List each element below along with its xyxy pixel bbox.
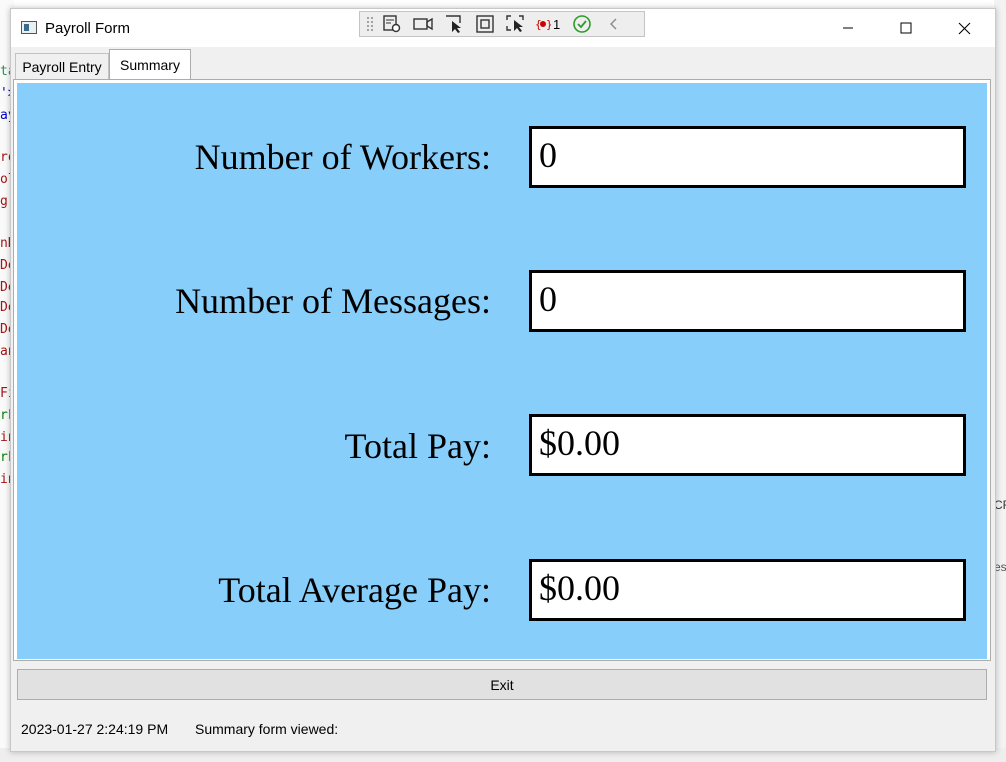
collapse-toolbar-chevron-icon[interactable] (601, 13, 625, 35)
track-focused-element-icon[interactable] (504, 13, 528, 35)
total-pay-value-box[interactable]: $0.00 (529, 414, 966, 476)
tab-payroll-entry[interactable]: Payroll Entry (15, 53, 109, 79)
messages-label: Number of Messages: (175, 281, 491, 321)
live-visual-tree-icon[interactable] (380, 13, 404, 35)
maximize-button[interactable] (877, 9, 935, 47)
status-timestamp: 2023-01-27 2:24:19 PM (21, 721, 169, 737)
average-pay-value-box[interactable]: $0.00 (529, 559, 966, 621)
tab-content: Number of Workers: 0 Number of Messages:… (13, 79, 991, 661)
window-title: Payroll Form (45, 20, 131, 37)
tab-summary[interactable]: Summary (109, 49, 191, 79)
svg-text:}: } (546, 18, 551, 31)
messages-value-box[interactable]: 0 (529, 270, 966, 332)
toolbar-grip-icon[interactable] (366, 16, 374, 32)
maximize-icon (900, 22, 912, 34)
select-element-icon[interactable] (442, 13, 466, 35)
total-pay-label: Total Pay: (344, 426, 491, 466)
debug-toolbar: {} 1 (359, 11, 645, 37)
display-layout-adorners-icon[interactable] (473, 13, 497, 35)
record-video-icon[interactable] (411, 13, 435, 35)
minimize-icon (843, 27, 853, 29)
app-icon (21, 21, 37, 34)
close-icon (958, 22, 970, 34)
close-button[interactable] (935, 9, 993, 47)
minimize-button[interactable] (819, 9, 877, 47)
binding-failure-count: 1 (553, 16, 561, 32)
workers-label: Number of Workers: (194, 137, 491, 177)
tab-strip: Payroll Entry Summary (11, 47, 995, 79)
hot-reload-ok-icon[interactable] (570, 13, 594, 35)
status-bar: 2023-01-27 2:24:19 PM Summary form viewe… (11, 709, 995, 751)
title-bar: Payroll Form {} 1 (11, 9, 995, 47)
workers-value-box[interactable]: 0 (529, 126, 966, 188)
status-message: Summary form viewed: (195, 721, 339, 737)
payroll-form-window: Payroll Form {} 1 (10, 8, 996, 752)
binding-failures-indicator[interactable]: {} 1 (535, 13, 560, 35)
average-pay-label: Total Average Pay: (218, 570, 491, 610)
exit-button[interactable]: Exit (17, 669, 987, 700)
summary-panel: Number of Workers: 0 Number of Messages:… (17, 83, 987, 659)
